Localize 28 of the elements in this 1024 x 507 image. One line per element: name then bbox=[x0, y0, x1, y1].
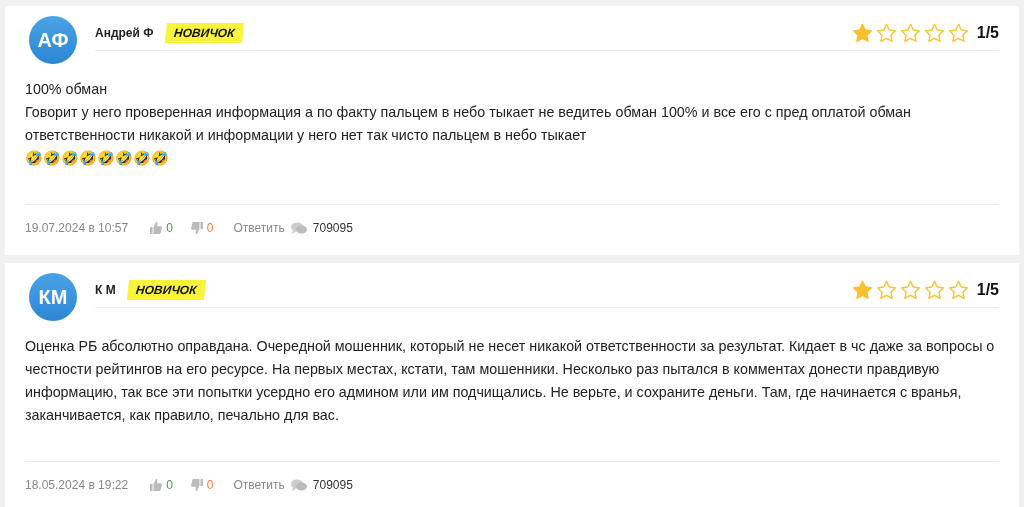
author-name: Андрей Ф bbox=[95, 25, 154, 42]
review-date: 19.07.2024 в 10:57 bbox=[25, 220, 129, 237]
thumbs-up-icon bbox=[150, 222, 163, 234]
rating-score: 1/5 bbox=[976, 280, 999, 300]
reply-link[interactable]: Ответить bbox=[233, 219, 285, 237]
rank-badge: НОВИЧОК bbox=[126, 280, 206, 300]
author-name: К М bbox=[95, 282, 116, 299]
thumbs-up-icon bbox=[150, 479, 163, 491]
speech-bubbles-icon bbox=[290, 221, 307, 235]
reply-link[interactable]: Ответить bbox=[233, 476, 285, 494]
thumbs-down-icon bbox=[190, 479, 203, 491]
like-button[interactable]: 0 bbox=[150, 476, 173, 494]
avatar: АФ bbox=[29, 16, 77, 64]
comment-id: 709095 bbox=[312, 220, 353, 237]
review-text: 🤣🤣🤣🤣🤣🤣🤣🤣 bbox=[25, 149, 170, 168]
review-text: Оценка РБ абсолютно оправдана. Очередной мошенник, который не несет никакой ответственности за результат. Кидает в чс даже за вопросы о честности рейтингов на его ресурсе. На первых местах, кстати, там мошенники. Несколько раз пытался в комментах донести правдивую информацию, так все эти попытки усердно его админом или им подчищались. Не верьте, и сохраните деньги. Там, где начинается с вранья, заканчивается, как правило, печально для вас. bbox=[25, 337, 996, 425]
speech-bubbles-icon bbox=[290, 478, 307, 492]
thumbs-down-icon bbox=[190, 222, 203, 234]
review-text: Говорит у него проверенная информация а по факту пальцем в небо тыкает не ведитеь обман 100% и все его с пред оплатой обман ответственности никакой и информации у него нет так чисто пальцем в небо тыкает bbox=[25, 103, 912, 145]
rating-score: 1/5 bbox=[976, 23, 999, 43]
review-text: 100% обман bbox=[25, 80, 109, 99]
comment-id: 709095 bbox=[312, 477, 353, 494]
review-date: 18.05.2024 в 19:22 bbox=[25, 477, 129, 494]
like-button[interactable]: 0 bbox=[150, 219, 173, 237]
dislike-button[interactable]: 0 bbox=[190, 476, 214, 494]
avatar: КМ bbox=[29, 273, 77, 321]
dislike-button[interactable]: 0 bbox=[190, 219, 214, 237]
rank-badge: НОВИЧОК bbox=[164, 23, 244, 43]
